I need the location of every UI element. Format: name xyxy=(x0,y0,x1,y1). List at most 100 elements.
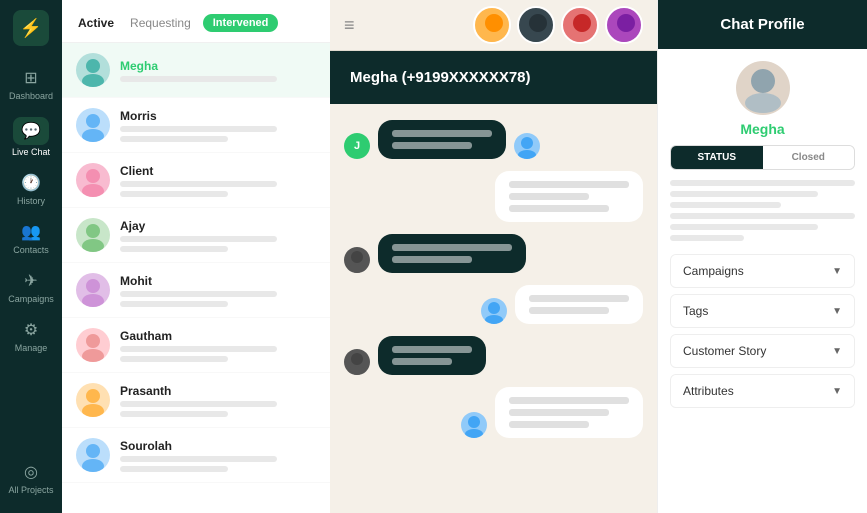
chat-list-panel: Active Requesting Intervened Megha Morri… xyxy=(62,0,330,513)
chevron-down-icon: ▼ xyxy=(832,266,842,277)
profile-line xyxy=(670,213,855,219)
sidebar: ⚡ ⊞ Dashboard 💬 Live Chat 🕐 History 👥 Co… xyxy=(0,0,62,513)
msg-avatar-right xyxy=(514,133,540,159)
chat-preview xyxy=(120,346,277,352)
avatar xyxy=(76,328,110,362)
msg-line xyxy=(529,295,629,302)
sidebar-item-history[interactable]: 🕐 History xyxy=(0,165,62,214)
list-item[interactable]: Client xyxy=(62,153,330,208)
message-row: J xyxy=(344,120,643,159)
message-row xyxy=(344,336,643,375)
sidebar-label-dashboard: Dashboard xyxy=(9,91,53,101)
chat-tabs: Active Requesting Intervened xyxy=(62,0,330,43)
msg-avatar xyxy=(344,349,370,375)
profile-lines xyxy=(670,180,855,246)
contacts-icon: 👥 xyxy=(21,222,41,242)
chat-info: Client xyxy=(120,164,316,197)
avatar xyxy=(76,273,110,307)
accordion-customer-story: Customer Story ▼ xyxy=(670,334,855,368)
avatar xyxy=(76,163,110,197)
accordion-label-customer-story: Customer Story xyxy=(683,344,766,358)
msg-line xyxy=(509,409,609,416)
accordion-header-attributes[interactable]: Attributes ▼ xyxy=(671,375,854,407)
contact-name: Mohit xyxy=(120,274,316,288)
chat-preview-short xyxy=(120,246,228,252)
msg-line xyxy=(392,130,492,137)
msg-avatar: J xyxy=(344,133,370,159)
avatar xyxy=(76,218,110,252)
chat-preview-short xyxy=(120,301,228,307)
list-item[interactable]: Gautham xyxy=(62,318,330,373)
logo-icon: ⚡ xyxy=(20,18,42,39)
accordion-header-tags[interactable]: Tags ▼ xyxy=(671,295,854,327)
list-item[interactable]: Ajay xyxy=(62,208,330,263)
msg-line xyxy=(392,244,512,251)
profile-avatar xyxy=(736,61,790,115)
avatar xyxy=(76,53,110,87)
contact-name: Client xyxy=(120,164,316,178)
message-bubble-received xyxy=(495,171,643,222)
hamburger-menu[interactable]: ≡ xyxy=(344,15,355,36)
sidebar-item-manage[interactable]: ⚙ Manage xyxy=(0,312,62,361)
sidebar-item-all-projects[interactable]: ◎ All Projects xyxy=(0,454,62,503)
profile-panel: Chat Profile Megha STATUS Closed Campaig… xyxy=(657,0,867,513)
avatar xyxy=(76,383,110,417)
tab-active[interactable]: Active xyxy=(74,14,118,32)
msg-line xyxy=(392,346,472,353)
contact-name: Megha xyxy=(120,59,316,73)
accordion-header-customer-story[interactable]: Customer Story ▼ xyxy=(671,335,854,367)
sidebar-item-live-chat[interactable]: 💬 Live Chat xyxy=(0,109,62,165)
chat-preview-short xyxy=(120,411,228,417)
list-item[interactable]: Prasanth xyxy=(62,373,330,428)
accordion-header-campaigns[interactable]: Campaigns ▼ xyxy=(671,255,854,287)
chat-title: Megha (+9199XXXXXX78) xyxy=(350,69,531,86)
list-item[interactable]: Megha xyxy=(62,43,330,98)
profile-name: Megha xyxy=(740,121,784,137)
profile-header: Chat Profile xyxy=(658,0,867,49)
status-buttons: STATUS Closed xyxy=(670,145,855,170)
msg-line xyxy=(392,142,472,149)
profile-content: Megha STATUS Closed Campaigns ▼ Tags ▼ xyxy=(658,49,867,513)
chat-preview xyxy=(120,126,277,132)
sidebar-item-dashboard[interactable]: ⊞ Dashboard xyxy=(0,60,62,109)
history-icon: 🕐 xyxy=(21,173,41,193)
sidebar-item-campaigns[interactable]: ✈ Campaigns xyxy=(0,263,62,312)
top-avatar xyxy=(561,6,599,44)
message-row xyxy=(344,387,643,438)
chat-info: Mohit xyxy=(120,274,316,307)
tab-intervened-badge[interactable]: Intervened xyxy=(203,14,279,32)
message-bubble-received xyxy=(515,285,643,324)
list-item[interactable]: Morris xyxy=(62,98,330,153)
livechat-icon: 💬 xyxy=(21,123,41,140)
chat-preview xyxy=(120,181,277,187)
top-avatar xyxy=(605,6,643,44)
chevron-down-icon: ▼ xyxy=(832,346,842,357)
msg-line xyxy=(509,397,629,404)
status-button-closed[interactable]: Closed xyxy=(763,146,855,169)
chat-info: Sourolah xyxy=(120,439,316,472)
msg-line xyxy=(509,421,589,428)
top-avatars xyxy=(473,6,643,44)
tab-requesting[interactable]: Requesting xyxy=(126,14,195,32)
contact-name: Morris xyxy=(120,109,316,123)
accordion-label-attributes: Attributes xyxy=(683,384,734,398)
contact-name: Ajay xyxy=(120,219,316,233)
message-bubble-received xyxy=(495,387,643,438)
msg-line xyxy=(509,181,629,188)
chat-preview-short xyxy=(120,356,228,362)
message-row xyxy=(344,234,643,273)
chevron-down-icon: ▼ xyxy=(832,306,842,317)
list-item[interactable]: Sourolah xyxy=(62,428,330,483)
message-bubble-sent xyxy=(378,234,526,273)
manage-icon: ⚙ xyxy=(24,320,38,340)
chat-header: Megha (+9199XXXXXX78) xyxy=(330,51,657,104)
msg-line xyxy=(392,256,472,263)
sidebar-item-contacts[interactable]: 👥 Contacts xyxy=(0,214,62,263)
profile-title: Chat Profile xyxy=(720,16,804,33)
status-button-active[interactable]: STATUS xyxy=(671,146,763,169)
msg-avatar xyxy=(344,247,370,273)
msg-line xyxy=(529,307,609,314)
chat-info: Megha xyxy=(120,59,316,82)
list-item[interactable]: Mohit xyxy=(62,263,330,318)
message-bubble-sent xyxy=(378,336,486,375)
